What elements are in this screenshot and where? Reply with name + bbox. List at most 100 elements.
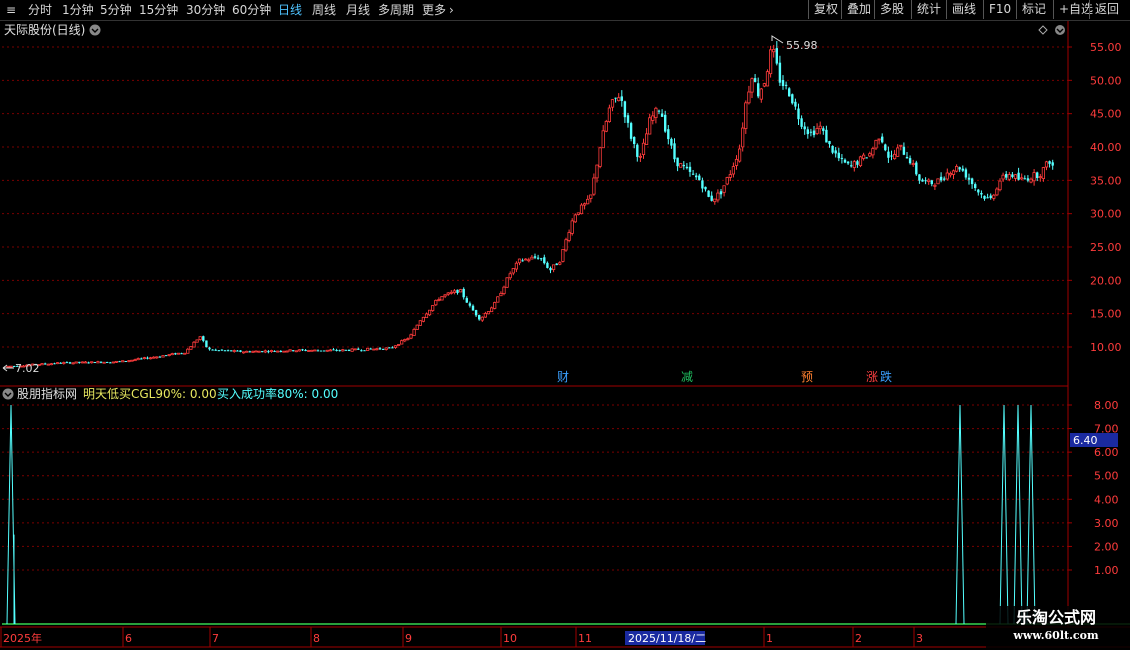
candle bbox=[431, 305, 435, 312]
indicator-axis-label: 8.00 bbox=[1094, 399, 1119, 412]
candle bbox=[493, 301, 497, 310]
candle bbox=[936, 178, 940, 185]
candle bbox=[884, 143, 887, 152]
toolbar-button-4[interactable]: 画线 bbox=[946, 0, 981, 19]
candle bbox=[353, 348, 357, 351]
price-axis-label: 50.00 bbox=[1090, 74, 1122, 87]
candle bbox=[396, 344, 401, 346]
indicator-cursor-value: 6.40 bbox=[1070, 433, 1118, 447]
candle bbox=[788, 87, 791, 97]
candle bbox=[121, 360, 125, 363]
candle bbox=[769, 45, 773, 78]
cursor-date-box: 2025/11/18/二 bbox=[625, 631, 706, 645]
toolbar-button-1[interactable]: 叠加 bbox=[841, 0, 876, 19]
candle bbox=[230, 350, 233, 352]
period-tab-4[interactable]: 30分钟 bbox=[186, 0, 225, 20]
chevron-down-icon[interactable] bbox=[89, 24, 101, 36]
date-axis-label: 7 bbox=[212, 632, 219, 645]
indicator-value-2: 买入成功率80%: 0.00 bbox=[217, 386, 338, 401]
candle bbox=[223, 350, 227, 352]
candle bbox=[205, 340, 208, 348]
price-axis-label: 15.00 bbox=[1090, 308, 1122, 321]
candle bbox=[93, 361, 96, 364]
toolbar-button-3[interactable]: 统计 bbox=[911, 0, 946, 19]
toolbar-button-0[interactable]: 复权 bbox=[808, 0, 843, 19]
candle bbox=[381, 348, 385, 351]
candle bbox=[114, 360, 119, 364]
period-tab-0[interactable]: 分时 bbox=[28, 0, 52, 20]
indicator-name: 股朋指标网 bbox=[17, 386, 77, 401]
period-tab-3[interactable]: 15分钟 bbox=[139, 0, 178, 20]
candle bbox=[6, 365, 10, 368]
period-tab-10[interactable]: 更多 bbox=[422, 0, 446, 20]
candle bbox=[323, 350, 326, 352]
candle bbox=[350, 348, 354, 352]
chevron-down-icon[interactable] bbox=[2, 388, 14, 400]
indicator-axis-label: 2.00 bbox=[1094, 540, 1119, 553]
period-tab-9[interactable]: 多周期 bbox=[378, 0, 414, 20]
candle bbox=[505, 277, 509, 288]
candle bbox=[257, 350, 261, 353]
candle bbox=[325, 349, 329, 352]
candle bbox=[707, 190, 710, 198]
candle bbox=[195, 339, 199, 343]
toolbar-button-2[interactable]: 多股 bbox=[874, 0, 909, 19]
period-tab-1[interactable]: 1分钟 bbox=[62, 0, 94, 20]
candle bbox=[310, 349, 314, 352]
main-panel-title: 天际股份(日线) bbox=[4, 23, 85, 37]
candle bbox=[858, 155, 863, 168]
event-marker[interactable]: 涨 bbox=[866, 369, 878, 384]
event-marker[interactable]: 跌 bbox=[880, 369, 892, 384]
period-tab-2[interactable]: 5分钟 bbox=[100, 0, 132, 20]
period-tab-8[interactable]: 月线 bbox=[346, 0, 370, 20]
event-marker[interactable]: 减 bbox=[681, 370, 693, 384]
candle bbox=[40, 363, 44, 366]
period-tab-6[interactable]: 日线 bbox=[278, 0, 302, 20]
event-marker[interactable]: 财 bbox=[557, 370, 569, 384]
candle bbox=[282, 350, 286, 353]
candle bbox=[102, 361, 106, 364]
candle bbox=[261, 351, 264, 353]
candle bbox=[363, 350, 366, 352]
candle bbox=[725, 176, 729, 186]
candle bbox=[80, 361, 84, 364]
candle bbox=[276, 350, 280, 353]
date-axis-label: 1 bbox=[766, 632, 773, 645]
candle bbox=[130, 359, 134, 362]
period-tab-7[interactable]: 周线 bbox=[312, 0, 336, 20]
period-toolbar: 分时 1分钟 5分钟 15分钟 30分钟 60分钟 日线 周线 月线 多周期 更多 › ≡ 复权 叠加 多股统… bbox=[0, 0, 1130, 21]
settings-circle-icon[interactable] bbox=[1055, 25, 1065, 35]
low-price-label: 7.02 bbox=[15, 362, 40, 375]
toolbar-button-8[interactable]: 返回 bbox=[1089, 0, 1124, 19]
candle bbox=[164, 355, 168, 357]
candle bbox=[161, 355, 165, 358]
date-axis-label: 9 bbox=[405, 632, 412, 645]
candle bbox=[294, 350, 298, 353]
candle bbox=[604, 119, 608, 133]
event-marker[interactable]: 预 bbox=[801, 370, 813, 384]
candle bbox=[791, 93, 794, 105]
indicator-axis-label: 1.00 bbox=[1094, 564, 1119, 577]
price-axis-label: 20.00 bbox=[1090, 274, 1122, 287]
stock-chart[interactable]: 天际股份(日线)55.0050.0045.0040.0035.0030.0025… bbox=[0, 21, 1130, 650]
price-axis-label: 30.00 bbox=[1090, 208, 1122, 221]
price-axis-label: 55.00 bbox=[1090, 41, 1122, 54]
watermark-title: 乐淘公式网 bbox=[1015, 608, 1096, 627]
indicator-header: 股朋指标网 明天低买CGL90%: 0.00 买入成功率80%: 0.00 bbox=[2, 386, 338, 401]
chevron-right-icon[interactable]: › bbox=[449, 0, 454, 20]
candle bbox=[71, 362, 75, 365]
date-axis-label: 2 bbox=[855, 632, 862, 645]
candle bbox=[49, 362, 54, 366]
toolbar-button-6[interactable]: 标记 bbox=[1016, 0, 1051, 19]
candle bbox=[198, 336, 202, 341]
toolbar-button-5[interactable]: F10 bbox=[983, 0, 1016, 19]
menu-icon[interactable]: ≡ bbox=[6, 0, 16, 20]
indicator-axis-label: 4.00 bbox=[1094, 493, 1119, 506]
period-tab-5[interactable]: 60分钟 bbox=[232, 0, 271, 20]
candle bbox=[598, 146, 602, 169]
candle bbox=[124, 360, 127, 363]
svg-text:2025/11/18/二: 2025/11/18/二 bbox=[628, 632, 706, 645]
candle bbox=[564, 237, 568, 252]
date-axis-label: 8 bbox=[313, 632, 320, 645]
candle bbox=[127, 360, 131, 363]
